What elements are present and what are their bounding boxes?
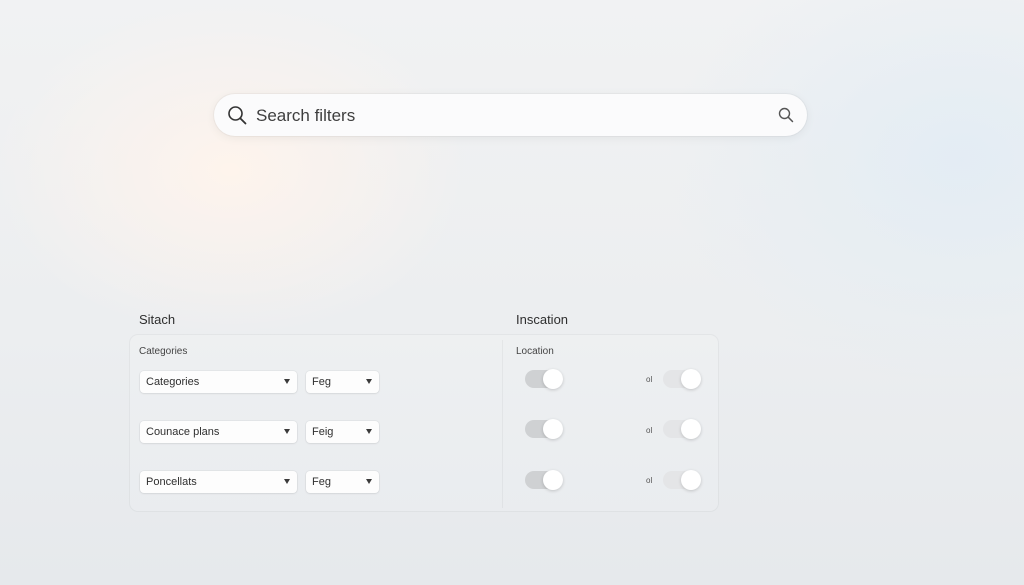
section-title-left: Sitach <box>139 312 176 327</box>
categories-label: Categories <box>139 346 188 357</box>
toggle-knob <box>543 369 563 389</box>
chevron-down-icon <box>284 479 290 484</box>
chevron-down-icon <box>366 479 372 484</box>
option-toggle-3[interactable] <box>663 470 701 490</box>
location-toggle-1[interactable] <box>525 369 563 389</box>
category-select-2-value: Counace plans <box>146 426 220 438</box>
section-title-right: Inscation <box>516 312 569 327</box>
location-toggle-2[interactable] <box>525 419 563 439</box>
toggle-knob <box>681 369 701 389</box>
search-icon[interactable] <box>778 107 794 123</box>
toggle-knob <box>543 470 563 490</box>
location-label: Location <box>516 346 554 357</box>
chevron-down-icon <box>284 379 290 384</box>
category-select-1-value: Categories <box>146 376 200 388</box>
category-select-1[interactable]: Categories <box>140 371 297 393</box>
search-input[interactable] <box>254 94 758 138</box>
secondary-select-2[interactable]: Feig <box>306 421 379 443</box>
secondary-select-1-value: Feg <box>312 376 331 388</box>
secondary-select-1[interactable]: Feg <box>306 371 379 393</box>
toggle-label-2: ol <box>646 426 653 435</box>
panel-divider <box>502 340 503 508</box>
category-select-2[interactable]: Counace plans <box>140 421 297 443</box>
toggle-label-3: ol <box>646 476 653 485</box>
chevron-down-icon <box>284 429 290 434</box>
toggle-knob <box>543 419 563 439</box>
toggle-label-1: ol <box>646 375 653 384</box>
secondary-select-3[interactable]: Feg <box>306 471 379 493</box>
location-toggle-3[interactable] <box>525 470 563 490</box>
toggle-knob <box>681 419 701 439</box>
option-toggle-1[interactable] <box>663 369 701 389</box>
secondary-select-2-value: Feig <box>312 426 334 438</box>
search-bar <box>214 94 807 138</box>
category-select-3[interactable]: Poncellats <box>140 471 297 493</box>
chevron-down-icon <box>366 379 372 384</box>
search-icon <box>228 106 247 125</box>
option-toggle-2[interactable] <box>663 419 701 439</box>
category-select-3-value: Poncellats <box>146 476 197 488</box>
chevron-down-icon <box>366 429 372 434</box>
toggle-knob <box>681 470 701 490</box>
secondary-select-3-value: Feg <box>312 476 331 488</box>
